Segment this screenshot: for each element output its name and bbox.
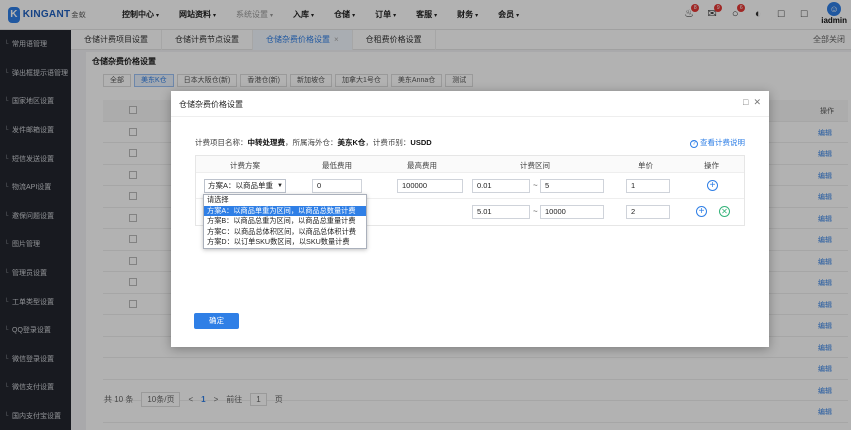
scheme-option[interactable]: 方案C：以商品总体积区间，以商品总体积计费 bbox=[204, 227, 366, 238]
scheme-select[interactable]: 方案A：以商品单重 ▼ bbox=[204, 179, 286, 193]
scheme-dropdown: 请选择 方案A：以商品单重为区间，以商品总数量计费 方案B：以商品总重为区间，以商品… bbox=[203, 194, 367, 249]
modal-header: 仓储杂费价格设置 □ ✕ bbox=[171, 91, 769, 117]
billing-help-link[interactable]: ? 查看计费说明 bbox=[690, 137, 745, 148]
scheme-option[interactable]: 请选择 bbox=[204, 195, 366, 206]
min-fee-input[interactable]: 0 bbox=[312, 179, 362, 193]
warehouse-name: 美东K仓 bbox=[337, 138, 366, 147]
unit-price-input[interactable]: 1 bbox=[626, 179, 670, 193]
add-row-icon[interactable]: + bbox=[707, 180, 718, 191]
currency-code: USDD bbox=[410, 138, 432, 147]
confirm-button[interactable]: 确定 bbox=[194, 313, 239, 329]
close-icon[interactable]: ✕ bbox=[753, 97, 761, 108]
chevron-down-icon: ▼ bbox=[277, 183, 283, 189]
range-to-input[interactable]: 5 bbox=[540, 179, 604, 193]
range-to-input[interactable]: 10000 bbox=[540, 205, 604, 219]
add-row-icon[interactable]: + bbox=[696, 206, 707, 217]
billing-info: 计费项目名称：中转处理费，所属海外仓：美东K仓，计费币别：USDD ? 查看计费说… bbox=[195, 137, 745, 148]
form-table-header: 计费方案 最低费用 最高费用 计费区间 单价 操作 bbox=[196, 156, 744, 173]
col-min-fee: 最低费用 bbox=[322, 161, 352, 170]
range-separator: ~ bbox=[533, 181, 538, 190]
modal-controls: □ ✕ bbox=[743, 97, 761, 108]
maximize-icon[interactable]: □ bbox=[743, 97, 748, 108]
col-scheme: 计费方案 bbox=[230, 161, 260, 170]
max-fee-input[interactable]: 100000 bbox=[397, 179, 463, 193]
question-icon: ? bbox=[690, 140, 698, 148]
range-separator: ~ bbox=[533, 207, 538, 216]
billing-item-name: 中转处理费 bbox=[247, 138, 286, 147]
unit-price-input[interactable]: 2 bbox=[626, 205, 670, 219]
col-actions: 操作 bbox=[704, 161, 719, 170]
delete-row-icon[interactable]: ✕ bbox=[719, 206, 730, 217]
col-max-fee: 最高费用 bbox=[407, 161, 437, 170]
col-unit-price: 单价 bbox=[638, 161, 653, 170]
scheme-option[interactable]: 方案A：以商品单重为区间，以商品总数量计费 bbox=[204, 205, 366, 216]
range-from-input[interactable]: 0.01 bbox=[472, 179, 530, 193]
modal-title: 仓储杂费价格设置 bbox=[179, 100, 243, 109]
scheme-option[interactable]: 方案D：以订单SKU数区间，以SKU数量计费 bbox=[204, 237, 366, 248]
scheme-option[interactable]: 方案B：以商品总重为区间，以商品总重量计费 bbox=[204, 216, 366, 227]
col-range: 计费区间 bbox=[520, 161, 550, 170]
range-from-input[interactable]: 5.01 bbox=[472, 205, 530, 219]
